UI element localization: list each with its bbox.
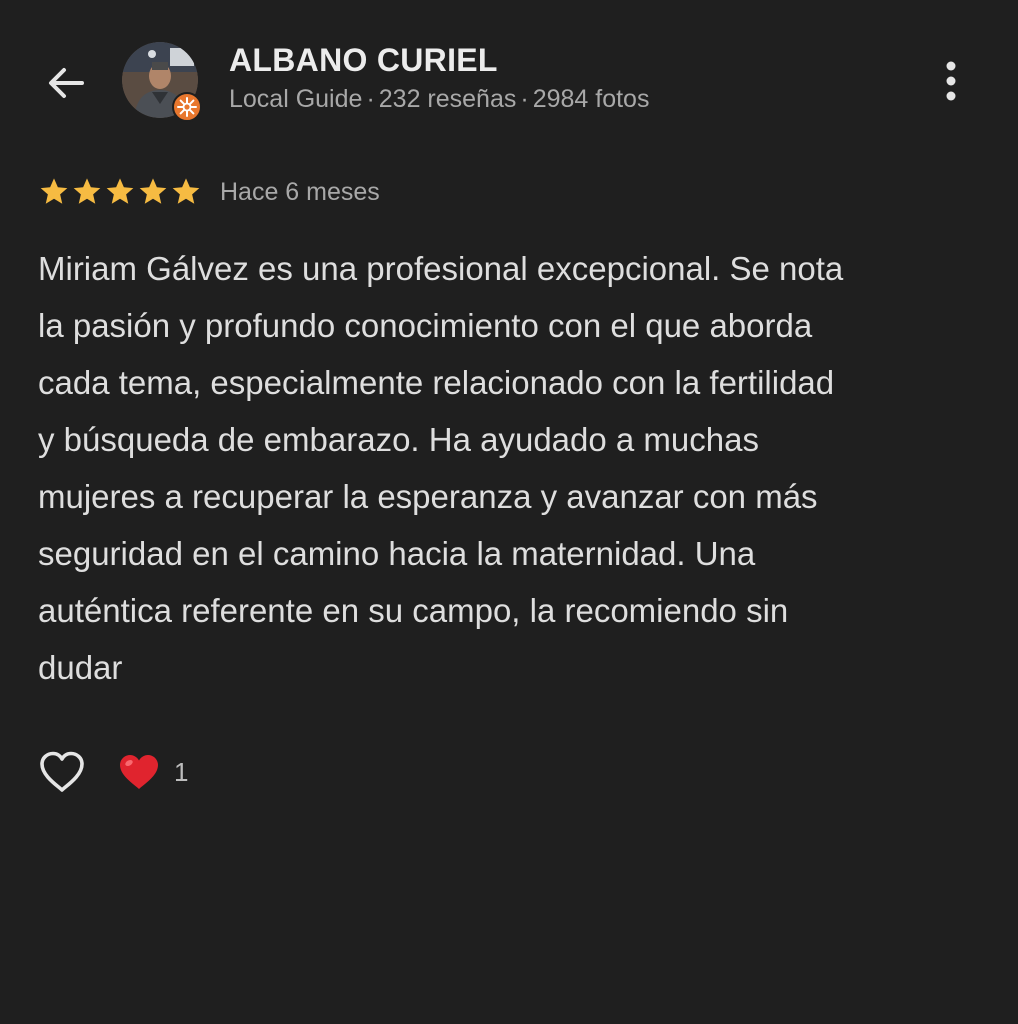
- review-text-line: y búsqueda de embarazo. Ha ayudado a muc…: [38, 421, 759, 458]
- review-text-line: dudar: [38, 649, 123, 686]
- star-icon: [73, 178, 101, 204]
- review-text-line: auténtica referente en su campo, la reco…: [38, 592, 789, 629]
- review-text-line: mujeres a recuperar la esperanza y avanz…: [38, 478, 818, 515]
- like-button[interactable]: [36, 746, 88, 798]
- review-text: Miriam Gálvez es una profesional excepci…: [38, 240, 988, 696]
- star-icon: [106, 178, 134, 204]
- review-text-line: cada tema, especialmente relacionado con…: [38, 364, 835, 401]
- back-arrow-icon: [49, 68, 84, 98]
- review-text-line: seguridad en el camino hacia la maternid…: [38, 535, 756, 572]
- meta-separator: ·: [366, 85, 375, 113]
- review-date: Hace 6 meses: [220, 177, 380, 206]
- more-vert-icon: [946, 61, 956, 101]
- meta-separator: ·: [520, 85, 529, 113]
- review-text-line: Miriam Gálvez es una profesional excepci…: [38, 250, 844, 287]
- user-name[interactable]: ALBANO CURIEL: [229, 42, 498, 79]
- local-guide-badge-icon: [172, 92, 202, 122]
- photos-count: 2984 fotos: [532, 85, 650, 113]
- user-meta: Local Guide · 232 reseñas · 2984 fotos: [229, 85, 649, 114]
- review-text-line: la pasión y profundo conocimiento con el…: [38, 307, 813, 344]
- reaction-count: 1: [174, 756, 189, 787]
- more-options-button[interactable]: [926, 56, 976, 106]
- rating-row: Hace 6 meses: [38, 172, 380, 212]
- review-actions: 1: [36, 744, 188, 800]
- reviews-count: 232 reseñas: [378, 85, 517, 113]
- star-icon: [172, 178, 200, 204]
- star-icon: [40, 178, 68, 204]
- red-heart-icon: [120, 755, 158, 789]
- reaction-chip[interactable]: 1: [118, 753, 188, 791]
- star-icon: [139, 178, 167, 204]
- user-avatar[interactable]: [122, 42, 202, 122]
- star-rating: [38, 176, 202, 208]
- local-guide-label: Local Guide: [229, 85, 363, 113]
- back-button[interactable]: [38, 55, 94, 111]
- heart-outline-icon: [40, 751, 84, 792]
- review-header: ALBANO CURIEL Local Guide · 232 reseñas · 29…: [0, 0, 1018, 160]
